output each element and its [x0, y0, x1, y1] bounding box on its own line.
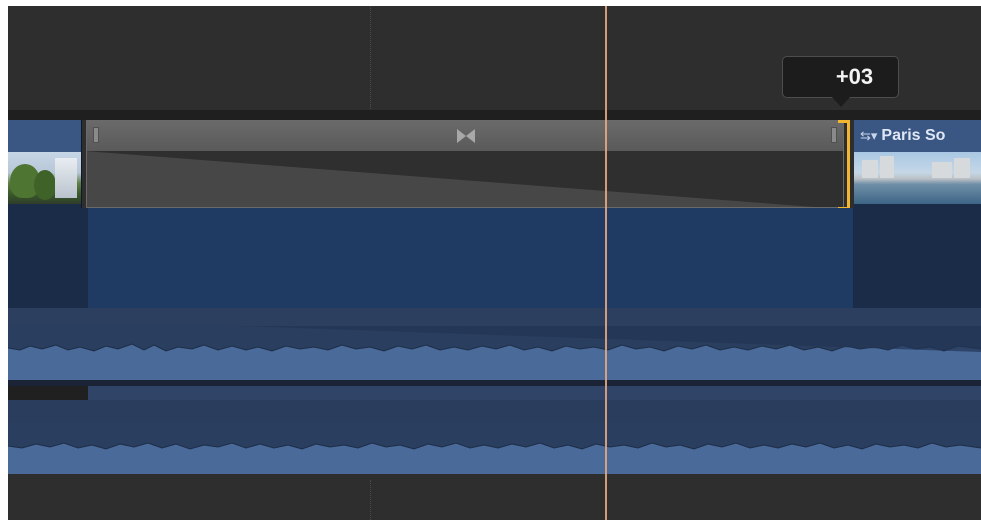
audio-lane-gap — [8, 386, 88, 400]
clip-body-highlight — [88, 208, 853, 308]
swap-arrows-dropdown-icon[interactable]: ⇆▾ — [860, 128, 877, 144]
cross-dissolve-transition[interactable] — [86, 120, 844, 208]
track-separator — [8, 110, 981, 120]
thumbnail-building — [55, 158, 77, 198]
audio-waveform — [8, 422, 981, 450]
audio-lane-header — [8, 308, 981, 326]
audio-lane-header — [8, 400, 981, 422]
transition-ramp — [87, 151, 843, 207]
trim-edge-bracket[interactable] — [838, 120, 850, 210]
right-video-clip[interactable]: ⇆▾ Paris So — [854, 120, 981, 208]
audio-waveform-track[interactable] — [8, 422, 981, 474]
right-clip-header[interactable]: ⇆▾ Paris So — [854, 120, 981, 152]
thumbnail-building — [880, 156, 894, 178]
left-video-clip[interactable] — [8, 120, 82, 208]
transition-bar[interactable] — [87, 121, 843, 152]
tooltip-pointer — [832, 97, 850, 107]
right-clip-title: Paris So — [881, 127, 946, 144]
transition-left-handle[interactable] — [93, 127, 99, 143]
thumbnail-building — [954, 158, 970, 178]
timeline-guide-line — [370, 480, 371, 520]
thumbnail-building — [862, 160, 878, 178]
bowtie-transition-icon — [457, 129, 475, 143]
thumbnail-building — [932, 162, 952, 178]
audio-waveform — [8, 326, 981, 352]
left-clip-header[interactable] — [8, 120, 81, 152]
trim-offset-value: +03 — [835, 64, 874, 89]
trim-offset-tooltip: +03 — [782, 56, 899, 98]
right-clip-thumbnail — [854, 152, 981, 204]
playhead[interactable] — [605, 6, 607, 520]
audio-lane-spacer — [8, 386, 981, 400]
empty-timeline-area[interactable] — [8, 474, 981, 520]
thumbnail-tree — [34, 170, 56, 200]
left-clip-thumbnail — [8, 152, 81, 204]
audio-waveform-track[interactable] — [8, 326, 981, 380]
timeline-guide-line — [370, 6, 371, 111]
transition-right-handle[interactable] — [831, 127, 837, 143]
